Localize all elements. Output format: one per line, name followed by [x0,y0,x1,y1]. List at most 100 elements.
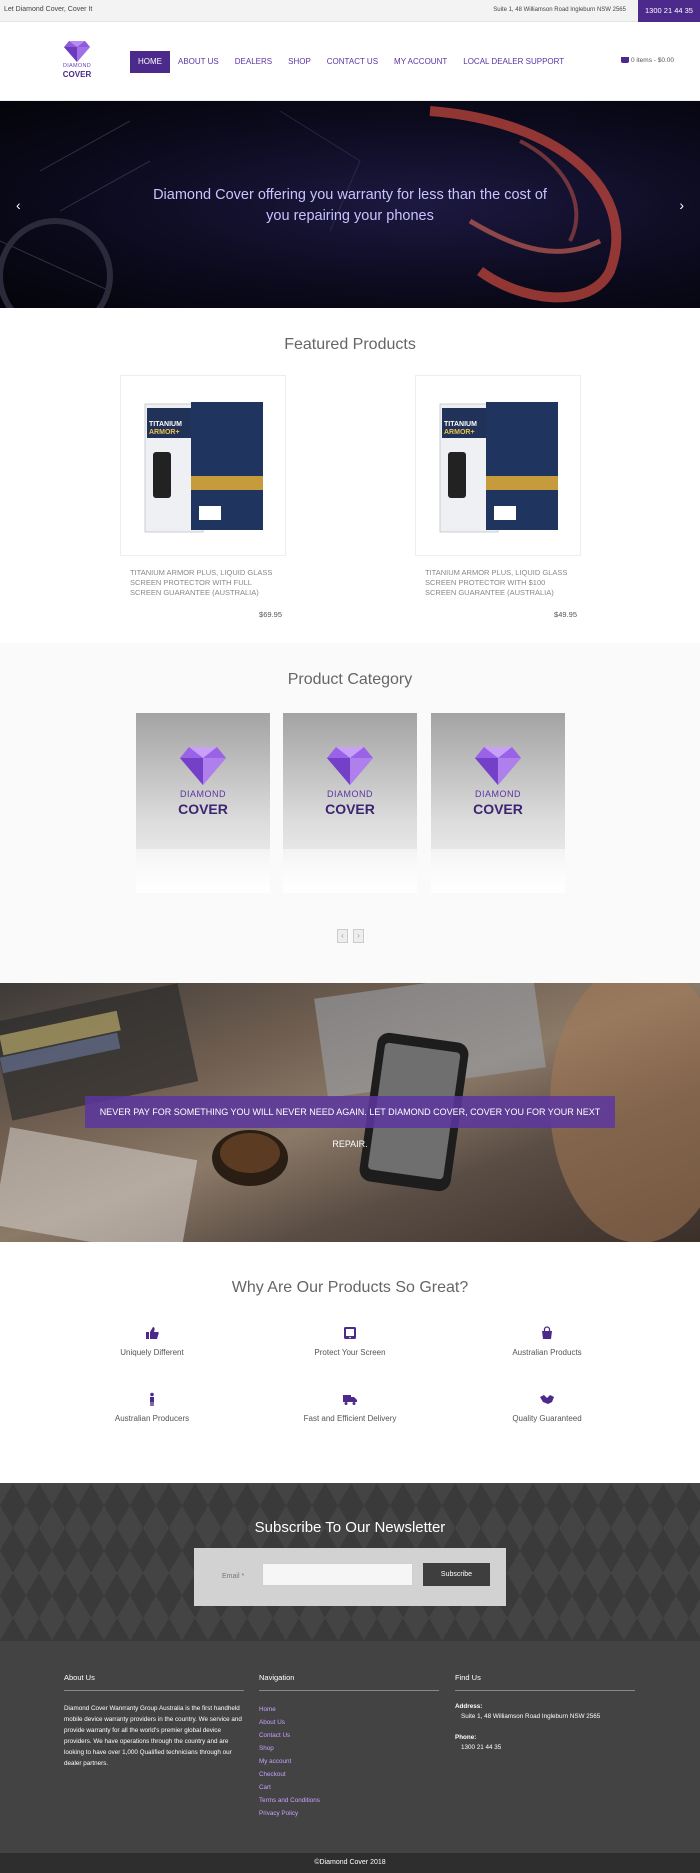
svg-text:ARMOR+: ARMOR+ [444,429,475,436]
logo-text-cover: COVER [62,70,92,79]
product-image[interactable]: TITANIUM ARMOR+ [120,375,286,556]
site-footer: About Us Diamond Cover Wanrranty Group A… [0,1641,700,1853]
copyright-bar: ©Diamond Cover 2018 [0,1853,700,1873]
feature-label: Fast and Efficient Delivery [303,1414,397,1423]
topbar-address: Suite 1, 48 Williamson Road Ingleburn NS… [493,7,626,13]
footer-find-title: Find Us [455,1673,635,1691]
site-logo[interactable]: DIAMOND COVER [60,40,94,84]
hero-prev-arrow[interactable]: ‹ [16,197,21,213]
newsletter-title: Subscribe To Our Newsletter [254,1519,446,1536]
subscribe-button[interactable]: Subscribe [423,1563,490,1586]
footer-navigation: Navigation Home About Us Contact Us Shop… [259,1673,439,1820]
footer-find-us: Find Us Address: Suite 1, 48 Williamson … [455,1673,635,1765]
footer-about-title: About Us [64,1673,244,1691]
footer-about-text: Diamond Cover Wanrranty Group Australia … [64,1705,242,1767]
handshake-icon [540,1395,554,1404]
footer-address-label: Address: [455,1703,483,1710]
category-card[interactable]: DIAMOND COVER [283,713,417,893]
diamond-logo-icon [180,747,226,785]
nav-local-dealer-support[interactable]: LOCAL DEALER SUPPORT [455,51,572,73]
footer-link-my-account[interactable]: My account [259,1755,439,1768]
feature-label: Australian Producers [114,1414,190,1423]
footer-address-value: Suite 1, 48 Williamson Road Ingleburn NS… [461,1713,601,1720]
person-icon [150,1392,154,1406]
svg-text:ARMOR+: ARMOR+ [149,429,180,436]
product-image[interactable]: TITANIUM ARMOR+ [415,375,581,556]
category-logo-cover: COVER [473,801,523,817]
category-next-button[interactable]: › [353,929,364,943]
product-price: $69.95 [259,610,282,619]
featured-products-title: Featured Products [284,336,416,353]
category-card[interactable]: DIAMOND COVER [136,713,270,893]
footer-link-about-us[interactable]: About Us [259,1716,439,1729]
footer-link-contact-us[interactable]: Contact Us [259,1729,439,1742]
feature-item: Uniquely Different [72,1326,232,1357]
nav-about-us[interactable]: ABOUT US [170,51,227,73]
pack-title-text: TITANIUM [444,421,477,428]
topbar-phone-button[interactable]: 1300 21 44 35 [638,0,700,22]
footer-link-checkout[interactable]: Checkout [259,1768,439,1781]
diamond-logo-icon [475,747,521,785]
product-name[interactable]: TITANIUM ARMOR PLUS, LIQUID GLASS SCREEN… [415,568,575,598]
pack-title-text: TITANIUM [149,421,182,428]
category-prev-button[interactable]: ‹ [337,929,348,943]
footer-link-cart[interactable]: Cart [259,1781,439,1794]
product-package-image: TITANIUM ARMOR+ [144,402,263,533]
feature-label: Protect Your Screen [314,1348,386,1357]
main-nav: HOME ABOUT US DEALERS SHOP CONTACT US MY… [130,51,572,73]
product-card[interactable]: TITANIUM ARMOR+ TITANIUM ARMOR PLUS, LIQ… [120,375,290,619]
nav-my-account[interactable]: MY ACCOUNT [386,51,455,73]
diamond-logo-icon [64,41,90,62]
feature-label: Uniquely Different [120,1348,184,1357]
feature-item: Australian Producers [72,1392,232,1423]
category-logo-cover: COVER [325,801,375,817]
feature-item: Fast and Efficient Delivery [270,1392,430,1423]
footer-link-terms[interactable]: Terms and Conditions [259,1794,439,1807]
why-title: Why Are Our Products So Great? [231,1279,469,1296]
promo-banner-text: NEVER PAY FOR SOMETHING YOU WILL NEVER N… [85,1096,615,1149]
newsletter-section: Subscribe To Our Newsletter Email * Subs… [0,1483,700,1641]
feature-label: Australian Products [512,1348,582,1357]
nav-dealers[interactable]: DEALERS [227,51,280,73]
shopping-bag-icon [542,1326,552,1339]
newsletter-form: Email * Subscribe [194,1548,506,1606]
truck-icon [343,1395,357,1405]
email-input[interactable] [262,1563,413,1586]
cart-summary: 0 items - $0.00 [631,57,674,64]
nav-home[interactable]: HOME [130,51,170,73]
category-logo-diamond: DIAMOND [475,789,521,799]
product-name[interactable]: TITANIUM ARMOR PLUS, LIQUID GLASS SCREEN… [120,568,280,598]
category-card[interactable]: DIAMOND COVER [431,713,565,893]
feature-item: Protect Your Screen [270,1326,430,1357]
cart-link[interactable]: 0 items - $0.00 [621,57,674,64]
category-logo-cover: COVER [178,801,228,817]
footer-link-shop[interactable]: Shop [259,1742,439,1755]
product-card[interactable]: TITANIUM ARMOR+ TITANIUM ARMOR PLUS, LIQ… [415,375,585,619]
nav-shop[interactable]: SHOP [280,51,319,73]
site-header: DIAMOND COVER HOME ABOUT US DEALERS SHOP… [0,22,700,101]
hero-next-arrow[interactable]: › [679,197,684,213]
hero-slider: ‹ › Diamond Cover offering you warranty … [0,101,700,308]
product-category-title: Product Category [287,671,413,688]
product-price: $49.95 [554,610,577,619]
footer-link-privacy[interactable]: Privacy Policy [259,1807,439,1820]
cart-icon [621,57,629,63]
product-package-image: TITANIUM ARMOR+ [439,402,558,533]
footer-phone-label: Phone: [455,1734,477,1741]
footer-phone-value: 1300 21 44 35 [461,1744,502,1751]
email-label: Email * [222,1573,245,1580]
category-logo-diamond: DIAMOND [327,789,373,799]
logo-text-diamond: DIAMOND [62,63,92,69]
feature-label: Quality Guaranteed [512,1414,582,1423]
feature-item: Australian Products [467,1326,627,1357]
thumbs-up-icon [146,1327,159,1339]
promo-banner: NEVER PAY FOR SOMETHING YOU WILL NEVER N… [0,983,700,1242]
category-logo-diamond: DIAMOND [180,789,226,799]
footer-link-home[interactable]: Home [259,1703,439,1716]
hero-caption: Diamond Cover offering you warranty for … [153,187,547,224]
nav-contact-us[interactable]: CONTACT US [319,51,386,73]
top-bar: Let Diamond Cover, Cover It Suite 1, 48 … [0,0,700,22]
diamond-logo-icon [327,747,373,785]
footer-nav-title: Navigation [259,1673,439,1691]
tablet-icon [344,1327,356,1339]
